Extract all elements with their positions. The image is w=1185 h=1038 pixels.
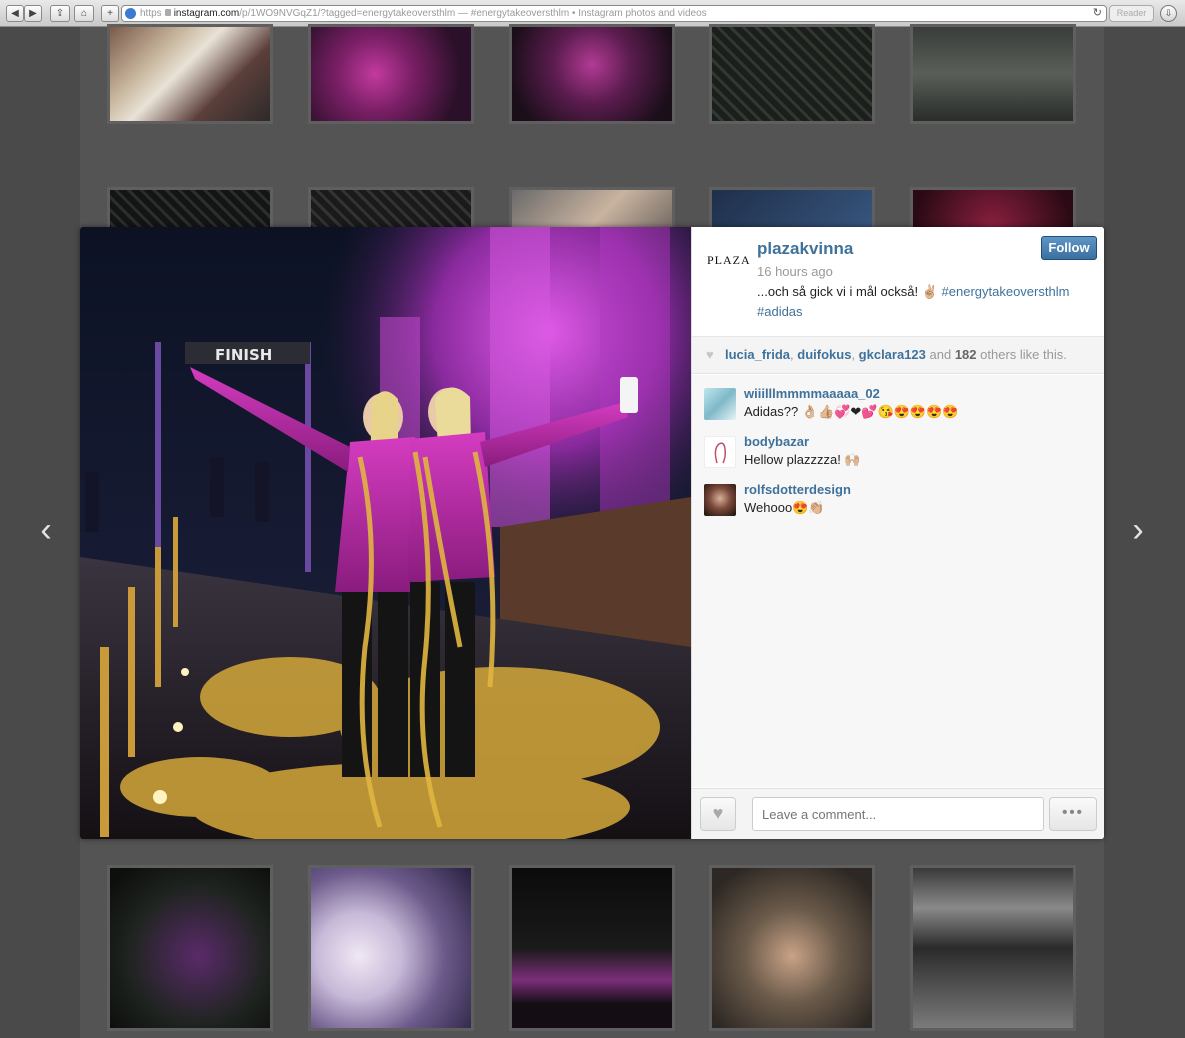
comment-text: Hellow plazzzza! 🙌🏼 <box>744 452 861 467</box>
thumbnail[interactable] <box>509 865 675 1031</box>
comment-footer: ♥ ••• <box>692 788 1104 839</box>
hashtag-link[interactable]: #energytakeoversthlm <box>942 284 1070 299</box>
home-icon[interactable]: ⌂ <box>74 5 94 22</box>
comment-text: Wehooo😍👏🏼 <box>744 500 825 515</box>
thumbnail[interactable] <box>709 865 875 1031</box>
comment-text: Adidas?? 👌🏼👍🏼💞❤💕😘😍😍😍😍 <box>744 404 959 419</box>
back-button[interactable]: ◀ <box>6 5 24 22</box>
follow-button[interactable]: Follow <box>1041 236 1097 260</box>
avatar[interactable]: PLAZA <box>707 240 750 280</box>
previous-arrow-icon[interactable]: ‹ <box>36 512 56 548</box>
url-scheme: https <box>140 8 162 19</box>
avatar[interactable] <box>704 436 736 468</box>
url-host: instagram.com <box>173 8 240 19</box>
address-bar[interactable]: https instagram.com/p/1WO9NVGqZ1/?tagged=… <box>121 5 1107 22</box>
thumbnail[interactable] <box>308 865 474 1031</box>
reader-button[interactable]: Reader <box>1109 5 1154 22</box>
forward-button[interactable]: ▶ <box>24 5 42 22</box>
likes-suffix: others like this. <box>976 347 1067 362</box>
like-separator: , <box>851 347 859 362</box>
download-icon[interactable]: ⇩ <box>1160 5 1177 22</box>
thumbnail[interactable] <box>308 24 474 124</box>
thumbnail[interactable] <box>509 24 675 124</box>
comment-item: rolfsdotterdesign Wehooo😍👏🏼 <box>704 482 1094 522</box>
comment-item: wiiilllmmmmaaaaa_02 Adidas?? 👌🏼👍🏼💞❤💕😘😍😍😍… <box>704 386 1094 426</box>
reload-icon[interactable]: ↻ <box>1093 6 1102 21</box>
likes-count[interactable]: 182 <box>955 347 977 362</box>
share-icon[interactable]: ⇪ <box>50 5 70 22</box>
comment-username[interactable]: bodybazar <box>744 434 809 449</box>
avatar[interactable] <box>704 484 736 516</box>
post-caption: ...och så gick vi i mål också! ✌🏼 #energ… <box>757 282 1097 322</box>
thumbnail[interactable] <box>709 24 875 124</box>
likes-summary: ♥ lucia_frida, duifokus, gkclara123 and 1… <box>692 337 1104 374</box>
likes-and-text: and <box>925 347 955 362</box>
comment-item: bodybazar Hellow plazzzza! 🙌🏼 <box>704 434 1094 474</box>
post-photo-image: FINISH <box>80 227 691 839</box>
comments-list: wiiilllmmmmaaaaa_02 Adidas?? 👌🏼👍🏼💞❤💕😘😍😍😍… <box>692 375 1104 787</box>
browser-toolbar: ◀ ▶ ⇪ ⌂ + https instagram.com/p/1WO9NVGqZ… <box>0 0 1185 27</box>
thumbnail[interactable] <box>107 865 273 1031</box>
svg-text:FINISH: FINISH <box>215 346 272 364</box>
like-button[interactable]: ♥ <box>700 797 736 831</box>
post-username[interactable]: plazakvinna <box>757 239 853 259</box>
post-header: PLAZA plazakvinna 16 hours ago ...och så… <box>692 227 1104 337</box>
url-path: /p/1WO9NVGqZ1/?tagged=energytakeoversthl… <box>239 8 456 19</box>
globe-icon <box>125 8 136 19</box>
comment-input[interactable] <box>752 797 1044 831</box>
lock-icon <box>164 9 171 16</box>
thumbnail[interactable] <box>107 24 273 124</box>
like-user-link[interactable]: lucia_frida <box>725 347 790 362</box>
page-title: — #energytakeoversthlm • Instagram photo… <box>455 8 707 19</box>
next-arrow-icon[interactable]: › <box>1128 512 1148 548</box>
like-user-link[interactable]: duifokus <box>797 347 851 362</box>
comment-username[interactable]: wiiilllmmmmaaaaa_02 <box>744 386 880 401</box>
like-user-link[interactable]: gkclara123 <box>859 347 926 362</box>
more-options-button[interactable]: ••• <box>1049 797 1097 831</box>
thumbnail[interactable] <box>910 865 1076 1031</box>
avatar[interactable] <box>704 388 736 420</box>
thumbnail[interactable] <box>910 24 1076 124</box>
heart-icon: ♥ <box>706 347 714 362</box>
post-timestamp: 16 hours ago <box>757 264 833 279</box>
comment-username[interactable]: rolfsdotterdesign <box>744 482 851 497</box>
post-sidebar: PLAZA plazakvinna 16 hours ago ...och så… <box>691 227 1104 839</box>
heart-icon: ♥ <box>712 803 724 823</box>
add-tab-button[interactable]: + <box>101 5 119 22</box>
bodybazar-logo-icon <box>714 442 726 464</box>
post-modal: FINISH PLAZA plazakvinna 16 hours ago ..… <box>80 227 1104 839</box>
post-photo[interactable]: FINISH <box>80 227 691 839</box>
caption-text: ...och så gick vi i mål också! ✌🏼 <box>757 284 942 299</box>
hashtag-link[interactable]: #adidas <box>757 304 803 319</box>
